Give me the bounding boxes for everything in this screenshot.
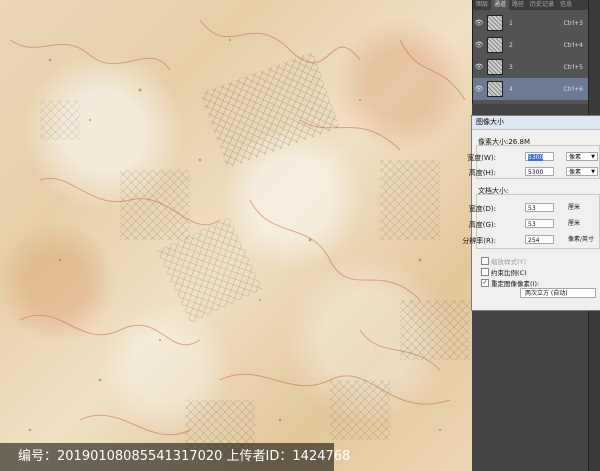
doc-width-label: 宽度(D): — [468, 205, 496, 213]
width-input[interactable]: 5300 — [525, 152, 554, 161]
tab-channels[interactable]: 通道 — [491, 0, 510, 10]
channel-thumbnail — [487, 37, 503, 53]
document-canvas[interactable]: 编号：20190108085541317020 上传者ID：1424768 — [0, 0, 472, 471]
resample-row: ✓ 重定图像像素(I): — [481, 278, 540, 288]
resample-method-select[interactable]: 两次立方 (自动) — [520, 288, 596, 298]
doc-height-unit: 厘米 — [568, 220, 581, 227]
tab-history[interactable]: 历史记录 — [527, 0, 557, 10]
mesh-patches — [40, 51, 470, 455]
texture-overlay — [9, 19, 470, 455]
image-size-dialog: 图像大小 像素大小:26.8M 宽度(W): 5300 像素 ▼ 高度(H): 5… — [462, 115, 600, 311]
width-label: 宽度(W): — [467, 154, 496, 162]
channel-thumbnail — [487, 59, 503, 75]
chevron-down-icon: ▼ — [591, 169, 595, 175]
channel-name: 1 — [509, 19, 513, 27]
tab-paths[interactable]: 路径 — [509, 0, 527, 10]
channel-row-4[interactable]: 👁 4 Ctrl+6 — [473, 78, 589, 100]
channels-panel: 图层 通道 路径 历史记录 信息 👁 1 Ctrl+3 👁 2 Ctrl+4 👁… — [472, 0, 589, 104]
scale-styles-row: 缩放样式(Y) — [481, 256, 527, 266]
scale-styles-checkbox[interactable] — [481, 256, 489, 265]
resolution-unit: 像素/英寸 — [568, 236, 595, 243]
panel-tabs: 图层 通道 路径 历史记录 信息 — [473, 0, 589, 10]
eye-icon[interactable]: 👁 — [473, 41, 485, 49]
channel-name: 2 — [509, 41, 513, 49]
doc-height-row: 高度(G): 53 厘米 — [468, 219, 600, 229]
channel-shortcut: Ctrl+4 — [563, 41, 583, 49]
resample-checkbox[interactable]: ✓ — [481, 278, 489, 287]
resample-label: 重定图像像素(I): — [491, 279, 540, 288]
channel-name: 3 — [509, 63, 513, 71]
watermark-bar: 编号：20190108085541317020 上传者ID：1424768 — [0, 443, 350, 471]
width-unit-select[interactable]: 像素 ▼ — [566, 152, 598, 161]
width-row: 宽度(W): 5300 像素 ▼ — [467, 152, 600, 162]
height-row: 高度(H): 5300 像素 ▼ — [468, 167, 600, 177]
eye-icon[interactable]: 👁 — [473, 85, 485, 93]
height-label: 高度(H): — [468, 169, 496, 177]
height-unit-select[interactable]: 像素 ▼ — [566, 167, 598, 176]
resolution-input[interactable]: 254 — [525, 235, 554, 244]
channel-row-1[interactable]: 👁 1 Ctrl+3 — [473, 12, 589, 34]
doc-width-row: 宽度(D): 53 厘米 — [468, 203, 600, 213]
constrain-checkbox[interactable] — [481, 267, 489, 276]
width-unit: 像素 — [569, 154, 582, 161]
channel-name: 4 — [509, 85, 513, 93]
channel-shortcut: Ctrl+5 — [563, 63, 583, 71]
doc-height-label: 高度(G): — [468, 221, 496, 229]
doc-width-input[interactable]: 53 — [525, 203, 554, 212]
doc-width-unit: 厘米 — [568, 204, 581, 211]
channel-row-2[interactable]: 👁 2 Ctrl+4 — [473, 34, 589, 56]
eye-icon[interactable]: 👁 — [473, 63, 485, 71]
chevron-down-icon: ▼ — [591, 154, 595, 160]
height-unit: 像素 — [569, 169, 582, 176]
constrain-label: 约束比例(C) — [491, 268, 527, 277]
channel-shortcut: Ctrl+3 — [563, 19, 583, 27]
doc-height-input[interactable]: 53 — [525, 219, 554, 228]
tab-info[interactable]: 信息 — [557, 0, 575, 10]
eye-icon[interactable]: 👁 — [473, 19, 485, 27]
height-input[interactable]: 5300 — [525, 167, 554, 176]
width-value: 5300 — [528, 154, 544, 161]
resolution-row: 分辨率(R): 254 像素/英寸 — [462, 235, 600, 245]
tab-layers[interactable]: 图层 — [473, 0, 491, 10]
resolution-label: 分辨率(R): — [462, 237, 496, 245]
channel-row-3[interactable]: 👁 3 Ctrl+5 — [473, 56, 589, 78]
channel-thumbnail — [487, 15, 503, 31]
dialog-title: 图像大小 — [472, 116, 600, 130]
channel-shortcut: Ctrl+6 — [563, 85, 583, 93]
channel-thumbnail — [487, 81, 503, 97]
scale-styles-label: 缩放样式(Y) — [491, 257, 527, 266]
constrain-row: 约束比例(C) — [481, 267, 527, 277]
